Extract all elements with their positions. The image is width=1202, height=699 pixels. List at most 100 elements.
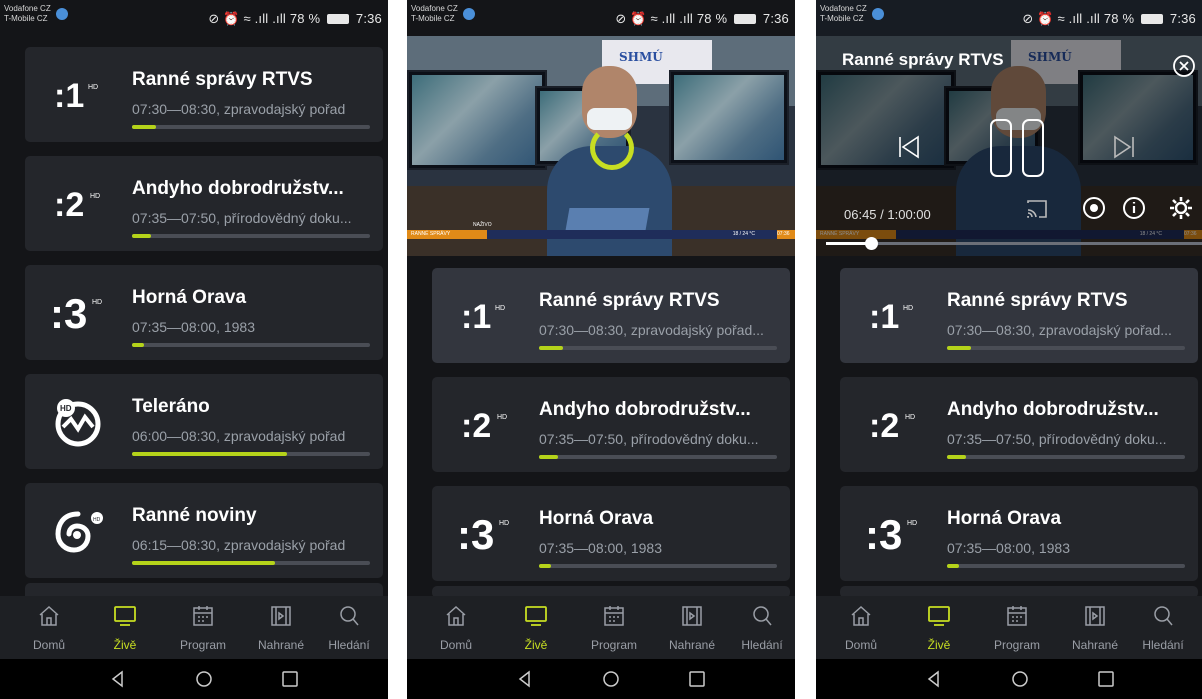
channel-card[interactable]: :1 HD Ranné správy RTVS 07:30—08:30, zpra… — [25, 47, 383, 142]
progress-bar — [132, 125, 370, 129]
nav-label: Nahrané — [668, 638, 716, 652]
vpn-icon — [463, 8, 475, 20]
svg-text::2: :2 — [54, 186, 84, 224]
back-icon[interactable] — [514, 668, 536, 690]
nav-label: Program — [590, 638, 637, 652]
back-icon[interactable] — [107, 668, 129, 690]
progress-fill — [132, 234, 152, 238]
pause-icon[interactable] — [989, 118, 1047, 178]
svg-text:HD: HD — [88, 84, 98, 91]
ticker-left: RANNÉ SPRÁVY — [411, 231, 451, 237]
home-circle-icon[interactable] — [600, 668, 622, 690]
nav-item-search[interactable]: Hledání — [310, 596, 388, 659]
channel-card[interactable]: :2 HD Andyho dobrodružstv... 07:35—07:50,… — [840, 377, 1198, 472]
nav-label: Domů — [439, 638, 472, 652]
channel-subtitle: 07:35—07:50, přírodovědný doku... — [947, 431, 1167, 447]
gear-icon[interactable] — [1168, 195, 1194, 221]
close-icon[interactable] — [1172, 54, 1196, 78]
nav-item-live[interactable]: Živě — [900, 596, 978, 659]
svg-text:HD: HD — [903, 305, 913, 312]
carrier-1: Vodafone CZ — [4, 4, 51, 13]
battery-percent: 78 % — [696, 11, 728, 26]
bottom-nav: Domů Živě Program Nahrané Hledání — [816, 596, 1202, 659]
home-circle-icon[interactable] — [1009, 668, 1031, 690]
status-bar: Vodafone CZ T-Mobile CZ ⊘ ⏰ ≈ .ıll .ıll … — [407, 0, 795, 36]
nav-item-program[interactable]: Program — [164, 596, 242, 659]
nav-item-recorded[interactable]: Nahrané — [653, 596, 731, 659]
signal-icons: ⊘ ⏰ ≈ .ıll .ıll — [208, 11, 287, 26]
battery-percent: 78 % — [1103, 11, 1135, 26]
channel-logo-jednotka: :1 HD — [25, 47, 130, 142]
record-icon[interactable] — [1082, 196, 1106, 220]
progress-bar — [539, 455, 777, 459]
svg-text::2: :2 — [869, 407, 899, 445]
nav-item-recorded[interactable]: Nahrané — [1056, 596, 1134, 659]
channel-subtitle: 07:35—07:50, přírodovědný doku... — [539, 431, 759, 447]
previous-icon[interactable] — [896, 134, 922, 160]
channel-card[interactable]: :3 HD Horná Orava 07:35—08:00, 1983 — [432, 486, 790, 581]
channel-card[interactable]: :3 HD Horná Orava 07:35—08:00, 1983 — [840, 486, 1198, 581]
svg-text:HD: HD — [905, 414, 915, 421]
nav-item-recorded[interactable]: Nahrané — [242, 596, 320, 659]
nav-label: Program — [993, 638, 1040, 652]
channel-card[interactable]: :1 HD Ranné správy RTVS 07:30—08:30, zpra… — [432, 268, 790, 363]
nav-label: Živě — [524, 638, 548, 652]
channel-logo-trojka: :3 HD — [432, 486, 537, 581]
nav-label: Domů — [32, 638, 65, 652]
phone-screen-playing: Vodafone CZ T-Mobile CZ ⊘ ⏰ ≈ .ıll .ıll … — [407, 0, 795, 699]
svg-text:HD: HD — [495, 305, 505, 312]
progress-fill — [947, 564, 959, 568]
seek-handle[interactable] — [864, 237, 878, 250]
svg-text:HD: HD — [907, 520, 917, 527]
nav-item-program[interactable]: Program — [575, 596, 653, 659]
channel-card[interactable]: :2 HD Andyho dobrodružstv... 07:35—07:50,… — [432, 377, 790, 472]
channel-card[interactable]: HD Ranné noviny 06:15—08:30, zpravodajsk… — [25, 483, 383, 578]
nav-label: Nahrané — [257, 638, 305, 652]
nav-item-search[interactable]: Hledání — [723, 596, 795, 659]
recents-icon[interactable] — [279, 668, 301, 690]
home-icon — [446, 605, 466, 626]
cast-icon[interactable] — [1026, 198, 1048, 220]
nav-item-search[interactable]: Hledání — [1124, 596, 1202, 659]
back-icon[interactable] — [923, 668, 945, 690]
home-circle-icon[interactable] — [193, 668, 215, 690]
channel-card[interactable]: :2 HD Andyho dobrodružstv... 07:35—07:50,… — [25, 156, 383, 251]
carrier-2: T-Mobile CZ — [411, 14, 455, 23]
nav-item-program[interactable]: Program — [978, 596, 1056, 659]
progress-fill — [132, 343, 144, 347]
video-player[interactable]: SHMÚ NAŽIVO RANNÉ SPRÁVY 18 / 24 °C 07:3… — [407, 36, 795, 256]
channel-card[interactable]: HD Teleráno 06:00—08:30, zpravodajský po… — [25, 374, 383, 469]
playback-time: 06:45 / 1:00:00 — [844, 207, 931, 222]
svg-text::2: :2 — [461, 407, 491, 445]
nav-item-home[interactable]: Domů — [822, 596, 900, 659]
clock: 7:36 — [1169, 11, 1196, 26]
recents-icon[interactable] — [1095, 668, 1117, 690]
nav-item-live[interactable]: Živě — [86, 596, 164, 659]
channel-card[interactable]: :3 HD Horná Orava 07:35—08:00, 1983 — [25, 265, 383, 360]
nav-item-home[interactable]: Domů — [417, 596, 495, 659]
channel-subtitle: 07:35—08:00, 1983 — [539, 540, 662, 556]
next-icon[interactable] — [1111, 134, 1137, 160]
nav-label: Program — [179, 638, 226, 652]
progress-bar — [947, 564, 1185, 568]
nav-item-live[interactable]: Živě — [497, 596, 575, 659]
info-icon[interactable] — [1122, 196, 1146, 220]
channel-logo-dvojka: :2 HD — [25, 156, 130, 251]
nav-label: Hledání — [1142, 638, 1184, 652]
phone-screen-player-controls: SHMÚ RANNÉ SPRÁVY 18 / 24 °C 07:36 Vodaf… — [816, 0, 1202, 699]
ticker-right: 18 / 24 °C — [732, 231, 755, 237]
recents-icon[interactable] — [686, 668, 708, 690]
calendar-icon — [604, 606, 624, 626]
seek-bar[interactable] — [826, 242, 1202, 245]
svg-text:HD: HD — [92, 299, 102, 306]
channel-subtitle: 07:30—08:30, zpravodajský pořad... — [947, 322, 1172, 338]
progress-fill — [947, 346, 971, 350]
progress-fill — [132, 561, 275, 565]
nav-item-home[interactable]: Domů — [10, 596, 88, 659]
recorded-icon — [271, 606, 291, 626]
channel-card[interactable]: :1 HD Ranné správy RTVS 07:30—08:30, zpra… — [840, 268, 1198, 363]
progress-bar — [947, 346, 1185, 350]
progress-bar — [132, 234, 370, 238]
carrier-info: Vodafone CZ T-Mobile CZ — [411, 4, 458, 24]
signal-icons: ⊘ ⏰ ≈ .ıll .ıll — [1022, 11, 1101, 26]
